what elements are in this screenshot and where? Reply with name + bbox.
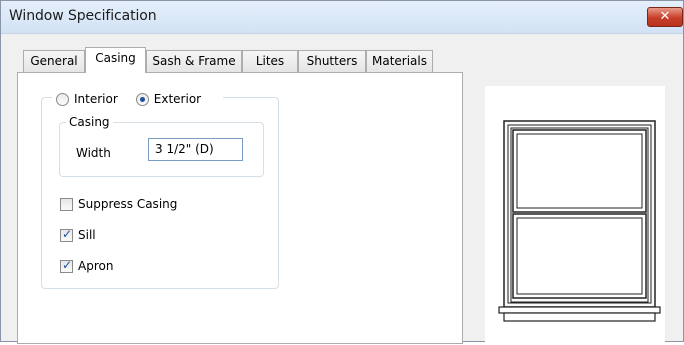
- suppress-casing-checkbox[interactable]: [60, 197, 73, 211]
- tab-label: Casing: [95, 51, 136, 65]
- tab-label: Shutters: [306, 54, 358, 68]
- tab-shutters[interactable]: Shutters: [298, 50, 366, 72]
- window-preview: [485, 86, 665, 342]
- tab-sash-frame[interactable]: Sash & Frame: [146, 50, 242, 72]
- close-icon: ✕: [659, 9, 671, 24]
- sill-row[interactable]: Sill: [60, 227, 96, 243]
- side-radio-row: Interior Exterior: [52, 90, 224, 108]
- exterior-radio[interactable]: [135, 92, 149, 106]
- tab-casing[interactable]: Casing: [85, 47, 146, 73]
- suppress-casing-row[interactable]: Suppress Casing: [60, 196, 177, 212]
- interior-radio-label[interactable]: Interior: [74, 92, 118, 106]
- tab-label: Materials: [371, 54, 427, 68]
- interior-radio[interactable]: [56, 92, 69, 106]
- width-input[interactable]: 3 1/2" (D): [148, 138, 243, 161]
- apron-row[interactable]: Apron: [60, 258, 113, 274]
- casing-group-label: Casing: [66, 115, 113, 129]
- width-label: Width: [76, 146, 111, 160]
- apron-label[interactable]: Apron: [78, 259, 113, 273]
- tab-materials[interactable]: Materials: [366, 50, 433, 72]
- window-title: Window Specification: [9, 8, 157, 24]
- tab-lites[interactable]: Lites: [242, 50, 298, 72]
- double-hung-window-preview-icon: [498, 120, 661, 322]
- exterior-radio-label[interactable]: Exterior: [154, 92, 201, 106]
- sill-checkbox[interactable]: [60, 227, 73, 242]
- tab-label: Sash & Frame: [152, 54, 236, 68]
- close-button[interactable]: ✕: [647, 7, 683, 27]
- suppress-casing-label[interactable]: Suppress Casing: [78, 197, 177, 211]
- title-bar: Window Specification ✕: [1, 1, 683, 34]
- tab-label: General: [30, 54, 78, 68]
- sill-label[interactable]: Sill: [78, 228, 96, 242]
- apron-checkbox[interactable]: [60, 258, 73, 273]
- tab-general[interactable]: General: [23, 50, 85, 72]
- tab-label: Lites: [255, 54, 285, 68]
